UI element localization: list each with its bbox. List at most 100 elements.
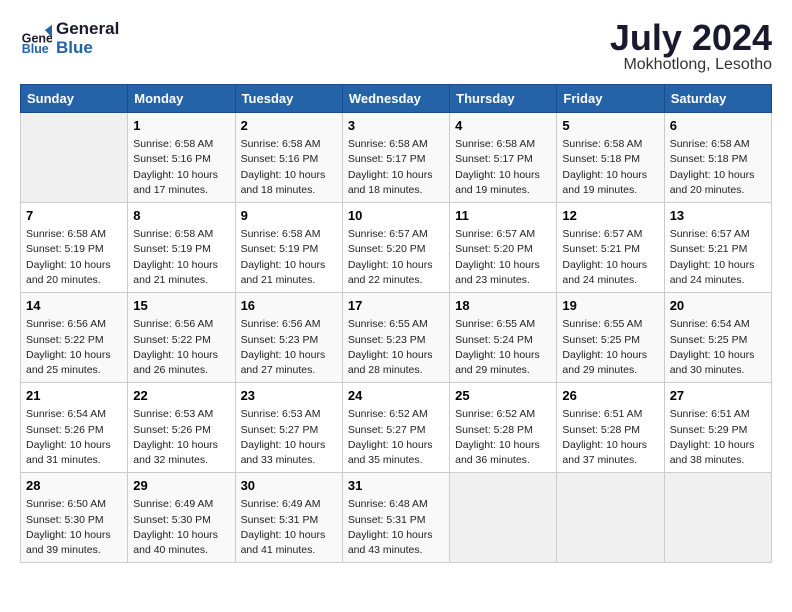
day-number: 4 xyxy=(455,117,551,135)
day-number: 21 xyxy=(26,387,122,405)
calendar-week-2: 7 Sunrise: 6:58 AM Sunset: 5:19 PM Daylig… xyxy=(21,203,772,293)
calendar-cell xyxy=(450,473,557,563)
day-info: Sunrise: 6:58 AM Sunset: 5:19 PM Dayligh… xyxy=(133,227,229,288)
day-number: 8 xyxy=(133,207,229,225)
day-number: 30 xyxy=(241,477,337,495)
calendar-cell: 28Sunrise: 6:50 AM Sunset: 5:30 PM Dayli… xyxy=(21,473,128,563)
day-number: 27 xyxy=(670,387,766,405)
day-info: Sunrise: 6:52 AM Sunset: 5:27 PM Dayligh… xyxy=(348,407,444,468)
day-info: Sunrise: 6:54 AM Sunset: 5:25 PM Dayligh… xyxy=(670,317,766,378)
day-info: Sunrise: 6:58 AM Sunset: 5:19 PM Dayligh… xyxy=(241,227,337,288)
calendar-cell: 26Sunrise: 6:51 AM Sunset: 5:28 PM Dayli… xyxy=(557,383,664,473)
day-info: Sunrise: 6:57 AM Sunset: 5:20 PM Dayligh… xyxy=(348,227,444,288)
location: Mokhotlong, Lesotho xyxy=(610,56,772,74)
day-info: Sunrise: 6:58 AM Sunset: 5:16 PM Dayligh… xyxy=(241,137,337,198)
calendar-cell xyxy=(557,473,664,563)
weekday-header-wednesday: Wednesday xyxy=(342,85,449,113)
day-info: Sunrise: 6:58 AM Sunset: 5:17 PM Dayligh… xyxy=(455,137,551,198)
day-info: Sunrise: 6:54 AM Sunset: 5:26 PM Dayligh… xyxy=(26,407,122,468)
calendar-week-3: 14 Sunrise: 6:56 AM Sunset: 5:22 PM Dayli… xyxy=(21,293,772,383)
day-info: Sunrise: 6:55 AM Sunset: 5:23 PM Dayligh… xyxy=(348,317,444,378)
day-number: 22 xyxy=(133,387,229,405)
day-number: 13 xyxy=(670,207,766,225)
day-info: Sunrise: 6:51 AM Sunset: 5:28 PM Dayligh… xyxy=(562,407,658,468)
calendar-cell: 6 Sunrise: 6:58 AM Sunset: 5:18 PM Daylig… xyxy=(664,113,771,203)
calendar-cell: 21 Sunrise: 6:54 AM Sunset: 5:26 PM Dayli… xyxy=(21,383,128,473)
month-title: July 2024 xyxy=(610,20,772,56)
calendar-cell: 12Sunrise: 6:57 AM Sunset: 5:21 PM Dayli… xyxy=(557,203,664,293)
calendar-cell: 13 Sunrise: 6:57 AM Sunset: 5:21 PM Dayli… xyxy=(664,203,771,293)
weekday-header-tuesday: Tuesday xyxy=(235,85,342,113)
weekday-header-sunday: Sunday xyxy=(21,85,128,113)
calendar-cell: 1 Sunrise: 6:58 AM Sunset: 5:16 PM Daylig… xyxy=(128,113,235,203)
calendar-cell: 4 Sunrise: 6:58 AM Sunset: 5:17 PM Daylig… xyxy=(450,113,557,203)
calendar-cell: 27 Sunrise: 6:51 AM Sunset: 5:29 PM Dayli… xyxy=(664,383,771,473)
day-info: Sunrise: 6:49 AM Sunset: 5:30 PM Dayligh… xyxy=(133,497,229,558)
day-info: Sunrise: 6:53 AM Sunset: 5:27 PM Dayligh… xyxy=(241,407,337,468)
calendar-cell xyxy=(21,113,128,203)
calendar-cell: 31Sunrise: 6:48 AM Sunset: 5:31 PM Dayli… xyxy=(342,473,449,563)
day-number: 5 xyxy=(562,117,658,135)
calendar-cell: 17 Sunrise: 6:55 AM Sunset: 5:23 PM Dayli… xyxy=(342,293,449,383)
day-number: 2 xyxy=(241,117,337,135)
calendar-week-4: 21 Sunrise: 6:54 AM Sunset: 5:26 PM Dayli… xyxy=(21,383,772,473)
calendar-cell: 23 Sunrise: 6:53 AM Sunset: 5:27 PM Dayli… xyxy=(235,383,342,473)
page-header: General Blue General Blue July 2024 Mokh… xyxy=(20,20,772,74)
day-number: 17 xyxy=(348,297,444,315)
calendar-cell: 18Sunrise: 6:55 AM Sunset: 5:24 PM Dayli… xyxy=(450,293,557,383)
day-info: Sunrise: 6:50 AM Sunset: 5:30 PM Dayligh… xyxy=(26,497,122,558)
calendar-cell xyxy=(664,473,771,563)
weekday-header-monday: Monday xyxy=(128,85,235,113)
logo-line2: Blue xyxy=(56,39,119,58)
day-info: Sunrise: 6:58 AM Sunset: 5:18 PM Dayligh… xyxy=(670,137,766,198)
day-number: 14 xyxy=(26,297,122,315)
calendar-cell: 15Sunrise: 6:56 AM Sunset: 5:22 PM Dayli… xyxy=(128,293,235,383)
day-number: 23 xyxy=(241,387,337,405)
calendar-cell: 24 Sunrise: 6:52 AM Sunset: 5:27 PM Dayli… xyxy=(342,383,449,473)
day-info: Sunrise: 6:57 AM Sunset: 5:21 PM Dayligh… xyxy=(670,227,766,288)
calendar-cell: 11 Sunrise: 6:57 AM Sunset: 5:20 PM Dayli… xyxy=(450,203,557,293)
calendar-cell: 29Sunrise: 6:49 AM Sunset: 5:30 PM Dayli… xyxy=(128,473,235,563)
weekday-header-row: SundayMondayTuesdayWednesdayThursdayFrid… xyxy=(21,85,772,113)
day-info: Sunrise: 6:58 AM Sunset: 5:18 PM Dayligh… xyxy=(562,137,658,198)
logo-icon: General Blue xyxy=(20,23,52,55)
calendar-cell: 20 Sunrise: 6:54 AM Sunset: 5:25 PM Dayli… xyxy=(664,293,771,383)
day-number: 25 xyxy=(455,387,551,405)
day-number: 20 xyxy=(670,297,766,315)
day-info: Sunrise: 6:56 AM Sunset: 5:22 PM Dayligh… xyxy=(133,317,229,378)
day-info: Sunrise: 6:57 AM Sunset: 5:20 PM Dayligh… xyxy=(455,227,551,288)
day-info: Sunrise: 6:58 AM Sunset: 5:17 PM Dayligh… xyxy=(348,137,444,198)
day-number: 3 xyxy=(348,117,444,135)
day-number: 6 xyxy=(670,117,766,135)
calendar-cell: 16Sunrise: 6:56 AM Sunset: 5:23 PM Dayli… xyxy=(235,293,342,383)
day-info: Sunrise: 6:52 AM Sunset: 5:28 PM Dayligh… xyxy=(455,407,551,468)
calendar-cell: 14Sunrise: 6:56 AM Sunset: 5:22 PM Dayli… xyxy=(21,293,128,383)
calendar-week-1: 1 Sunrise: 6:58 AM Sunset: 5:16 PM Daylig… xyxy=(21,113,772,203)
calendar-cell: 9 Sunrise: 6:58 AM Sunset: 5:19 PM Daylig… xyxy=(235,203,342,293)
calendar-week-5: 28Sunrise: 6:50 AM Sunset: 5:30 PM Dayli… xyxy=(21,473,772,563)
calendar-cell: 2 Sunrise: 6:58 AM Sunset: 5:16 PM Daylig… xyxy=(235,113,342,203)
day-info: Sunrise: 6:51 AM Sunset: 5:29 PM Dayligh… xyxy=(670,407,766,468)
day-number: 11 xyxy=(455,207,551,225)
day-info: Sunrise: 6:53 AM Sunset: 5:26 PM Dayligh… xyxy=(133,407,229,468)
calendar-header: SundayMondayTuesdayWednesdayThursdayFrid… xyxy=(21,85,772,113)
calendar-cell: 22 Sunrise: 6:53 AM Sunset: 5:26 PM Dayli… xyxy=(128,383,235,473)
calendar-cell: 3 Sunrise: 6:58 AM Sunset: 5:17 PM Daylig… xyxy=(342,113,449,203)
svg-text:Blue: Blue xyxy=(22,42,49,55)
calendar-cell: 7 Sunrise: 6:58 AM Sunset: 5:19 PM Daylig… xyxy=(21,203,128,293)
calendar-cell: 25 Sunrise: 6:52 AM Sunset: 5:28 PM Dayli… xyxy=(450,383,557,473)
day-number: 24 xyxy=(348,387,444,405)
calendar-body: 1 Sunrise: 6:58 AM Sunset: 5:16 PM Daylig… xyxy=(21,113,772,563)
day-info: Sunrise: 6:49 AM Sunset: 5:31 PM Dayligh… xyxy=(241,497,337,558)
day-info: Sunrise: 6:57 AM Sunset: 5:21 PM Dayligh… xyxy=(562,227,658,288)
day-info: Sunrise: 6:58 AM Sunset: 5:19 PM Dayligh… xyxy=(26,227,122,288)
day-info: Sunrise: 6:58 AM Sunset: 5:16 PM Dayligh… xyxy=(133,137,229,198)
day-number: 16 xyxy=(241,297,337,315)
weekday-header-saturday: Saturday xyxy=(664,85,771,113)
day-number: 9 xyxy=(241,207,337,225)
day-number: 18 xyxy=(455,297,551,315)
day-number: 1 xyxy=(133,117,229,135)
title-block: July 2024 Mokhotlong, Lesotho xyxy=(610,20,772,74)
calendar-cell: 19Sunrise: 6:55 AM Sunset: 5:25 PM Dayli… xyxy=(557,293,664,383)
day-number: 7 xyxy=(26,207,122,225)
